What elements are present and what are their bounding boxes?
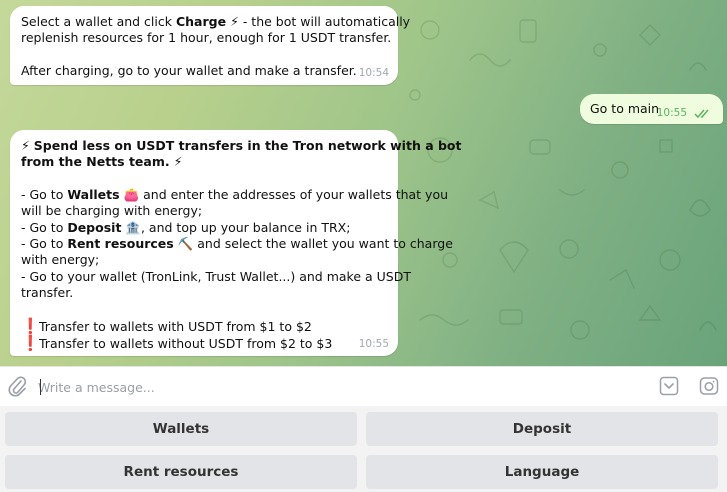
exclamation-icon: ❗ (21, 334, 40, 353)
bank-icon: 🏦 (125, 219, 141, 235)
camera-icon[interactable] (699, 376, 719, 396)
purse-icon: 👛 (123, 186, 140, 202)
bot-message: Select a wallet and click Charge ⚡ - the… (10, 6, 411, 85)
message-line: - Go to Wallets 👛 and enter the addresse… (21, 186, 449, 202)
bot-keyboard-icon[interactable] (659, 376, 679, 396)
message-line: - Go to Rent resources ⛏️ and select the… (21, 236, 453, 252)
message-time: 10:55 (656, 106, 687, 119)
message-line: ❗Transfer to wallets with USDT from $1 t… (21, 316, 312, 335)
lightning-icon: ⚡ (21, 138, 30, 153)
message-input[interactable] (38, 373, 598, 401)
message-line: replenish resources for 1 hour, enough f… (21, 30, 392, 46)
deposit-button[interactable]: Deposit (366, 412, 718, 446)
double-check-icon (694, 109, 709, 119)
lightning-icon: ⚡ (173, 154, 183, 170)
message-composer (0, 366, 727, 406)
message-line: transfer. (21, 285, 74, 301)
bot-reply-keyboard: Wallets Deposit Rent resources Language (0, 406, 727, 492)
paperclip-icon[interactable] (8, 376, 28, 398)
message-line: will be charging with energy; (21, 203, 203, 219)
message-text: Go to main (590, 101, 660, 116)
message-line: Select a wallet and click Charge ⚡ - the… (21, 14, 411, 29)
message-line: After charging, go to your wallet and ma… (21, 62, 357, 78)
message-time: 10:54 (358, 66, 389, 79)
user-message: Go to main 10:55 (580, 94, 723, 124)
message-heading: from the Netts team. ⚡ (21, 154, 183, 170)
message-line: with energy; (21, 252, 100, 268)
wallets-button[interactable]: Wallets (5, 412, 357, 446)
text-caret (40, 379, 41, 395)
rent-resources-button[interactable]: Rent resources (5, 455, 357, 489)
message-line: - Go to your wallet (TronLink, Trust Wal… (21, 268, 411, 284)
chat-area: Select a wallet and click Charge ⚡ - the… (0, 0, 727, 366)
message-time: 10:55 (358, 337, 389, 350)
lightning-icon: ⚡ (230, 14, 239, 29)
exclamation-icon: ❗ (21, 316, 40, 335)
pick-icon: ⛏️ (177, 236, 194, 252)
message-heading: ⚡ Spend less on USDT transfers in the Tr… (21, 138, 462, 153)
message-line: - Go to Deposit 🏦, and top up your balan… (21, 219, 351, 235)
message-line: ❗Transfer to wallets without USDT from $… (21, 334, 333, 353)
language-button[interactable]: Language (366, 455, 718, 489)
bot-message: ⚡ Spend less on USDT transfers in the Tr… (10, 130, 462, 356)
